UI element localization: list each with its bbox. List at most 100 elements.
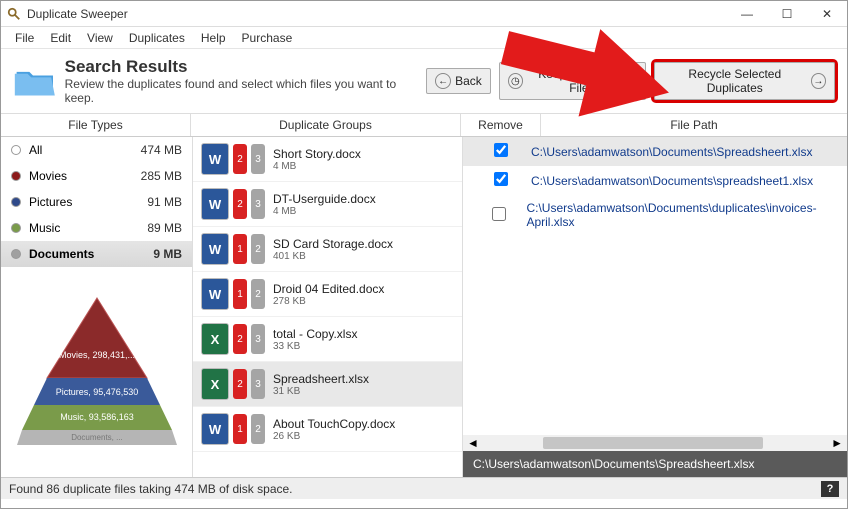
group-filename: SD Card Storage.docx	[273, 237, 393, 251]
filetype-music[interactable]: Music 89 MB	[1, 215, 192, 241]
menubar: File Edit View Duplicates Help Purchase	[1, 27, 847, 49]
filetype-dot-icon	[11, 223, 21, 233]
svg-text:Music, 93,586,163: Music, 93,586,163	[60, 412, 134, 422]
word-file-icon: W	[201, 278, 229, 310]
group-filename: Spreadsheert.xlsx	[273, 372, 369, 386]
count-chip: 1	[233, 414, 247, 444]
group-filename: total - Copy.xlsx	[273, 327, 357, 341]
filetype-documents[interactable]: Documents 9 MB	[1, 241, 192, 267]
count-chip: 3	[251, 189, 265, 219]
filetype-size: 9 MB	[153, 247, 182, 261]
statusbar: Found 86 duplicate files taking 474 MB o…	[1, 477, 847, 499]
filetype-movies[interactable]: Movies 285 MB	[1, 163, 192, 189]
scroll-left-icon[interactable]: ◄	[463, 436, 483, 450]
filetype-all[interactable]: All 474 MB	[1, 137, 192, 163]
file-path: C:\Users\adamwatson\Documents\duplicates…	[526, 201, 839, 229]
duplicate-group[interactable]: W 1 2 About TouchCopy.docx 26 KB	[193, 407, 462, 452]
clock-icon: ◷	[508, 73, 523, 89]
count-chip: 2	[251, 414, 265, 444]
horizontal-scrollbar[interactable]: ◄ ►	[463, 435, 847, 451]
count-chip: 2	[251, 279, 265, 309]
panel-file-types: All 474 MB Movies 285 MB Pictures 91 MB …	[1, 137, 193, 477]
group-filesize: 4 MB	[273, 161, 361, 172]
remove-checkbox[interactable]	[492, 207, 506, 221]
count-chip: 2	[233, 324, 247, 354]
back-arrow-icon: ←	[435, 73, 451, 89]
filetype-dot-icon	[11, 145, 21, 155]
col-file-types[interactable]: File Types	[1, 114, 191, 136]
group-filesize: 31 KB	[273, 386, 369, 397]
panel-file-paths: C:\Users\adamwatson\Documents\Spreadshee…	[463, 137, 847, 477]
filetype-dot-icon	[11, 197, 21, 207]
page-title: Search Results	[65, 57, 410, 77]
keep-newest-button[interactable]: ◷ Keep All Newest Files	[499, 62, 646, 100]
duplicate-group[interactable]: W 2 3 Short Story.docx 4 MB	[193, 137, 462, 182]
svg-text:Pictures, 95,476,530: Pictures, 95,476,530	[55, 387, 138, 397]
duplicate-group[interactable]: X 2 3 total - Copy.xlsx 33 KB	[193, 317, 462, 362]
menu-view[interactable]: View	[79, 29, 121, 47]
filetype-name: Movies	[29, 169, 141, 183]
filetype-size: 474 MB	[141, 143, 182, 157]
word-file-icon: W	[201, 413, 229, 445]
folder-icon	[13, 61, 57, 101]
duplicate-group[interactable]: W 2 3 DT-Userguide.docx 4 MB	[193, 182, 462, 227]
count-chip: 3	[251, 324, 265, 354]
group-filesize: 33 KB	[273, 341, 357, 352]
pyramid-chart: Movies, 298,431,... Pictures, 95,476,530…	[1, 267, 192, 477]
close-button[interactable]: ✕	[807, 1, 847, 27]
menu-duplicates[interactable]: Duplicates	[121, 29, 193, 47]
app-icon	[7, 7, 21, 21]
filetype-name: All	[29, 143, 141, 157]
remove-checkbox[interactable]	[494, 143, 508, 157]
file-row[interactable]: C:\Users\adamwatson\Documents\Spreadshee…	[463, 137, 847, 166]
group-filename: DT-Userguide.docx	[273, 192, 376, 206]
scrollbar-thumb[interactable]	[543, 437, 763, 449]
filetype-dot-icon	[11, 171, 21, 181]
group-filename: Short Story.docx	[273, 147, 361, 161]
scroll-right-icon[interactable]: ►	[827, 436, 847, 450]
group-filename: About TouchCopy.docx	[273, 417, 395, 431]
maximize-button[interactable]: ☐	[767, 1, 807, 27]
col-file-path[interactable]: File Path	[541, 114, 847, 136]
menu-help[interactable]: Help	[193, 29, 234, 47]
file-path: C:\Users\adamwatson\Documents\Spreadshee…	[531, 145, 812, 159]
status-text: Found 86 duplicate files taking 474 MB o…	[9, 482, 293, 496]
duplicate-group[interactable]: W 1 2 Droid 04 Edited.docx 278 KB	[193, 272, 462, 317]
menu-purchase[interactable]: Purchase	[234, 29, 301, 47]
svg-text:Movies, 298,431,...: Movies, 298,431,...	[58, 350, 134, 360]
col-remove[interactable]: Remove	[461, 114, 541, 136]
panel-duplicate-groups: W 2 3 Short Story.docx 4 MBW 2 3 DT-User…	[193, 137, 463, 477]
filetype-size: 285 MB	[141, 169, 182, 183]
recycle-duplicates-button[interactable]: Recycle Selected Duplicates →	[654, 62, 835, 100]
count-chip: 2	[251, 234, 265, 264]
file-path: C:\Users\adamwatson\Documents\spreadshee…	[531, 174, 813, 188]
col-duplicate-groups[interactable]: Duplicate Groups	[191, 114, 461, 136]
column-headers: File Types Duplicate Groups Remove File …	[1, 114, 847, 137]
help-icon[interactable]: ?	[821, 481, 839, 497]
word-file-icon: W	[201, 233, 229, 265]
filetype-name: Pictures	[29, 195, 147, 209]
menu-edit[interactable]: Edit	[42, 29, 79, 47]
file-row[interactable]: C:\Users\adamwatson\Documents\spreadshee…	[463, 166, 847, 195]
group-filesize: 26 KB	[273, 431, 395, 442]
window-title: Duplicate Sweeper	[27, 7, 727, 21]
filetype-pictures[interactable]: Pictures 91 MB	[1, 189, 192, 215]
duplicate-group[interactable]: X 2 3 Spreadsheert.xlsx 31 KB	[193, 362, 462, 407]
remove-checkbox[interactable]	[494, 172, 508, 186]
forward-arrow-icon: →	[811, 73, 826, 89]
count-chip: 1	[233, 279, 247, 309]
count-chip: 3	[251, 144, 265, 174]
group-filename: Droid 04 Edited.docx	[273, 282, 384, 296]
filetype-name: Documents	[29, 247, 153, 261]
group-filesize: 4 MB	[273, 206, 376, 217]
header: Search Results Review the duplicates fou…	[1, 49, 847, 114]
menu-file[interactable]: File	[7, 29, 42, 47]
minimize-button[interactable]: —	[727, 1, 767, 27]
filetype-name: Music	[29, 221, 147, 235]
file-row[interactable]: C:\Users\adamwatson\Documents\duplicates…	[463, 195, 847, 235]
count-chip: 3	[251, 369, 265, 399]
selected-file-path: C:\Users\adamwatson\Documents\Spreadshee…	[463, 451, 847, 477]
back-button[interactable]: ← Back	[426, 68, 491, 94]
filetype-size: 91 MB	[147, 195, 182, 209]
duplicate-group[interactable]: W 1 2 SD Card Storage.docx 401 KB	[193, 227, 462, 272]
